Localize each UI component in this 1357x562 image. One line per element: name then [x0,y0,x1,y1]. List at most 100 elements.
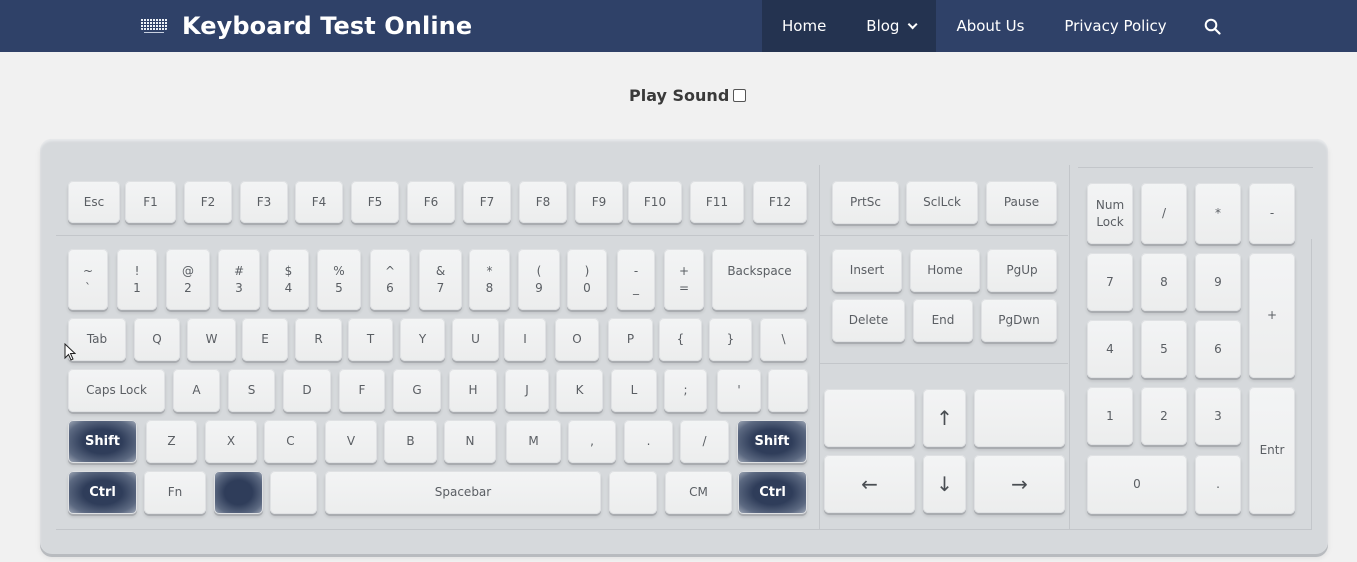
key-7[interactable]: & 7 [419,249,462,310]
key-slash[interactable]: / [680,420,729,463]
key-backspace[interactable]: Backspace [712,249,807,310]
key-num-decimal[interactable]: . [1195,455,1241,514]
key-num-5[interactable]: 5 [1141,320,1187,378]
key-f5[interactable]: F5 [351,181,399,223]
key-enter-blank[interactable] [768,369,808,412]
key-l[interactable]: L [611,369,657,412]
key-t[interactable]: T [348,318,393,361]
key-num-8[interactable]: 8 [1141,253,1187,311]
key-num-enter[interactable]: Entr [1249,387,1295,514]
key-num-minus[interactable]: - [1249,183,1295,244]
key-h[interactable]: H [449,369,497,412]
key-num-0[interactable]: 0 [1087,455,1187,514]
key-m[interactable]: M [506,420,561,463]
key-8[interactable]: * 8 [469,249,510,310]
key-num-3[interactable]: 3 [1195,387,1241,445]
key-win-left[interactable] [214,471,263,514]
key-a[interactable]: A [173,369,220,412]
key-r[interactable]: R [295,318,342,361]
play-sound-checkbox[interactable] [733,89,747,102]
key-4[interactable]: $4 [268,249,309,310]
key-f2[interactable]: F2 [184,181,232,223]
key-esc[interactable]: Esc [68,181,120,223]
key-arrow-right[interactable]: → [974,455,1065,513]
key-f4[interactable]: F4 [295,181,343,223]
key-num-divide[interactable]: / [1141,183,1187,244]
key-ctrl-left[interactable]: Ctrl [68,471,137,514]
key-alt-right[interactable] [609,471,657,514]
key-c[interactable]: C [264,420,317,463]
key-d[interactable]: D [283,369,331,412]
key-pause[interactable]: Pause [986,181,1057,224]
key-x[interactable]: X [205,420,257,463]
key-symbol[interactable]: + = [664,249,704,310]
key-f3[interactable]: F3 [240,181,288,223]
key-f1[interactable]: F1 [125,181,176,223]
key-w[interactable]: W [187,318,236,361]
key-num-2[interactable]: 2 [1141,387,1187,445]
key-arrow-left[interactable]: ← [824,455,915,513]
key-pgdwn[interactable]: PgDwn [981,299,1057,342]
key-prtsc[interactable]: PrtSc [832,181,899,224]
key-y[interactable]: Y [400,318,445,361]
nav-privacy-policy[interactable]: Privacy Policy [1044,0,1186,52]
key-shift-left[interactable]: Shift [68,420,137,463]
key-p[interactable]: P [608,318,653,361]
key-pgup[interactable]: PgUp [987,249,1057,292]
key-i[interactable]: I [504,318,546,361]
key-1[interactable]: ! 1 [117,249,157,310]
key-home[interactable]: Home [910,249,980,292]
search-button[interactable] [1187,0,1239,52]
key-insert[interactable]: Insert [832,249,902,292]
key-semicolon[interactable]: ; [664,369,707,412]
key-quote[interactable]: ' [717,369,761,412]
key-arrow-blank-left[interactable] [824,389,915,447]
key-f8[interactable]: F8 [519,181,567,223]
key-u[interactable]: U [452,318,499,361]
key-num-7[interactable]: 7 [1087,253,1133,311]
key-6[interactable]: ^ 6 [370,249,410,310]
key-v[interactable]: V [325,420,377,463]
nav-home[interactable]: Home [762,0,847,52]
key-f10[interactable]: F10 [628,181,682,223]
key-n[interactable]: N [444,420,496,463]
key-g[interactable]: G [393,369,441,412]
key-right-brace[interactable]: } [709,318,752,361]
key-s[interactable]: S [228,369,275,412]
key-end[interactable]: End [913,299,973,342]
key-f7[interactable]: F7 [463,181,511,223]
key-k[interactable]: K [556,369,603,412]
key-fn[interactable]: Fn [144,471,206,514]
key-f12[interactable]: F12 [753,181,807,223]
site-title[interactable]: Keyboard Test Online [182,12,472,40]
key-period[interactable]: . [624,420,673,463]
brand[interactable]: Keyboard Test Online [140,0,472,52]
key-num-lock[interactable]: Num Lock [1087,183,1133,244]
key-arrow-blank-right[interactable] [974,389,1065,447]
key-e[interactable]: E [242,318,288,361]
key-arrow-up[interactable]: ↑ [923,389,966,447]
key-b[interactable]: B [384,420,437,463]
key-symbol[interactable]: ~ ` [68,249,108,310]
key-j[interactable]: J [505,369,549,412]
key-backslash[interactable]: \ [760,318,807,361]
key-5[interactable]: % 5 [317,249,361,310]
key-spacebar[interactable]: Spacebar [325,471,601,514]
nav-about-us[interactable]: About Us [936,0,1044,52]
key-num-4[interactable]: 4 [1087,320,1133,378]
key-shift-right[interactable]: Shift [737,420,807,463]
key-context-menu[interactable]: CM [665,471,732,514]
key-num-9[interactable]: 9 [1195,253,1241,311]
key-ctrl-right[interactable]: Ctrl [738,471,807,514]
key-num-multiply[interactable]: * [1195,183,1241,244]
key-tab[interactable]: Tab [68,318,126,361]
key-arrow-down[interactable]: ↓ [923,455,966,513]
key-f11[interactable]: F11 [690,181,744,223]
key-o[interactable]: O [555,318,599,361]
key-0[interactable]: ) 0 [567,249,607,310]
key-num-plus[interactable]: + [1249,253,1295,378]
key-2[interactable]: @2 [166,249,210,310]
key-alt-left[interactable] [270,471,317,514]
key-9[interactable]: (9 [518,249,560,310]
key-symbol[interactable]: - _ [617,249,655,310]
